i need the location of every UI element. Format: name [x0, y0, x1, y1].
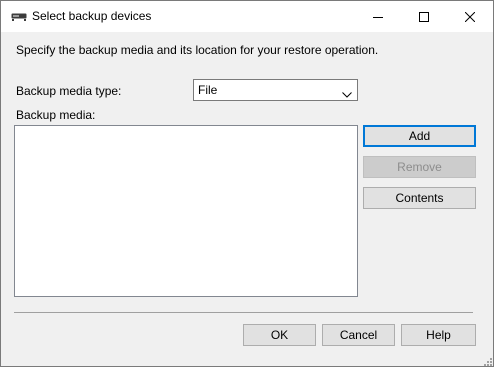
remove-button[interactable]: Remove [363, 156, 476, 178]
backup-media-list[interactable] [14, 125, 358, 297]
maximize-icon [419, 11, 429, 22]
chevron-down-icon [342, 87, 352, 98]
resize-grip-icon[interactable] [482, 355, 492, 366]
backup-device-icon [11, 11, 27, 21]
ok-button[interactable]: OK [243, 324, 316, 346]
backup-media-type-dropdown[interactable]: File [193, 79, 358, 101]
title-bar[interactable]: Select backup devices [1, 1, 493, 32]
backup-media-type-label: Backup media type: [16, 84, 122, 98]
minimize-button[interactable] [355, 1, 401, 32]
maximize-button[interactable] [401, 1, 447, 32]
minimize-icon [373, 12, 383, 22]
add-button[interactable]: Add [363, 125, 476, 147]
dialog-body: Specify the backup media and its locatio… [1, 32, 493, 366]
instructions-text: Specify the backup media and its locatio… [16, 43, 379, 57]
window-title: Select backup devices [32, 9, 152, 23]
select-backup-devices-dialog: Select backup devices Specify the backup… [0, 0, 494, 367]
contents-button[interactable]: Contents [363, 187, 476, 209]
close-button[interactable] [447, 1, 493, 32]
backup-media-label: Backup media: [16, 108, 96, 122]
help-button[interactable]: Help [401, 324, 476, 346]
backup-media-type-value: File [198, 83, 218, 97]
close-icon [465, 11, 475, 22]
cancel-button[interactable]: Cancel [322, 324, 395, 346]
divider [14, 312, 473, 313]
